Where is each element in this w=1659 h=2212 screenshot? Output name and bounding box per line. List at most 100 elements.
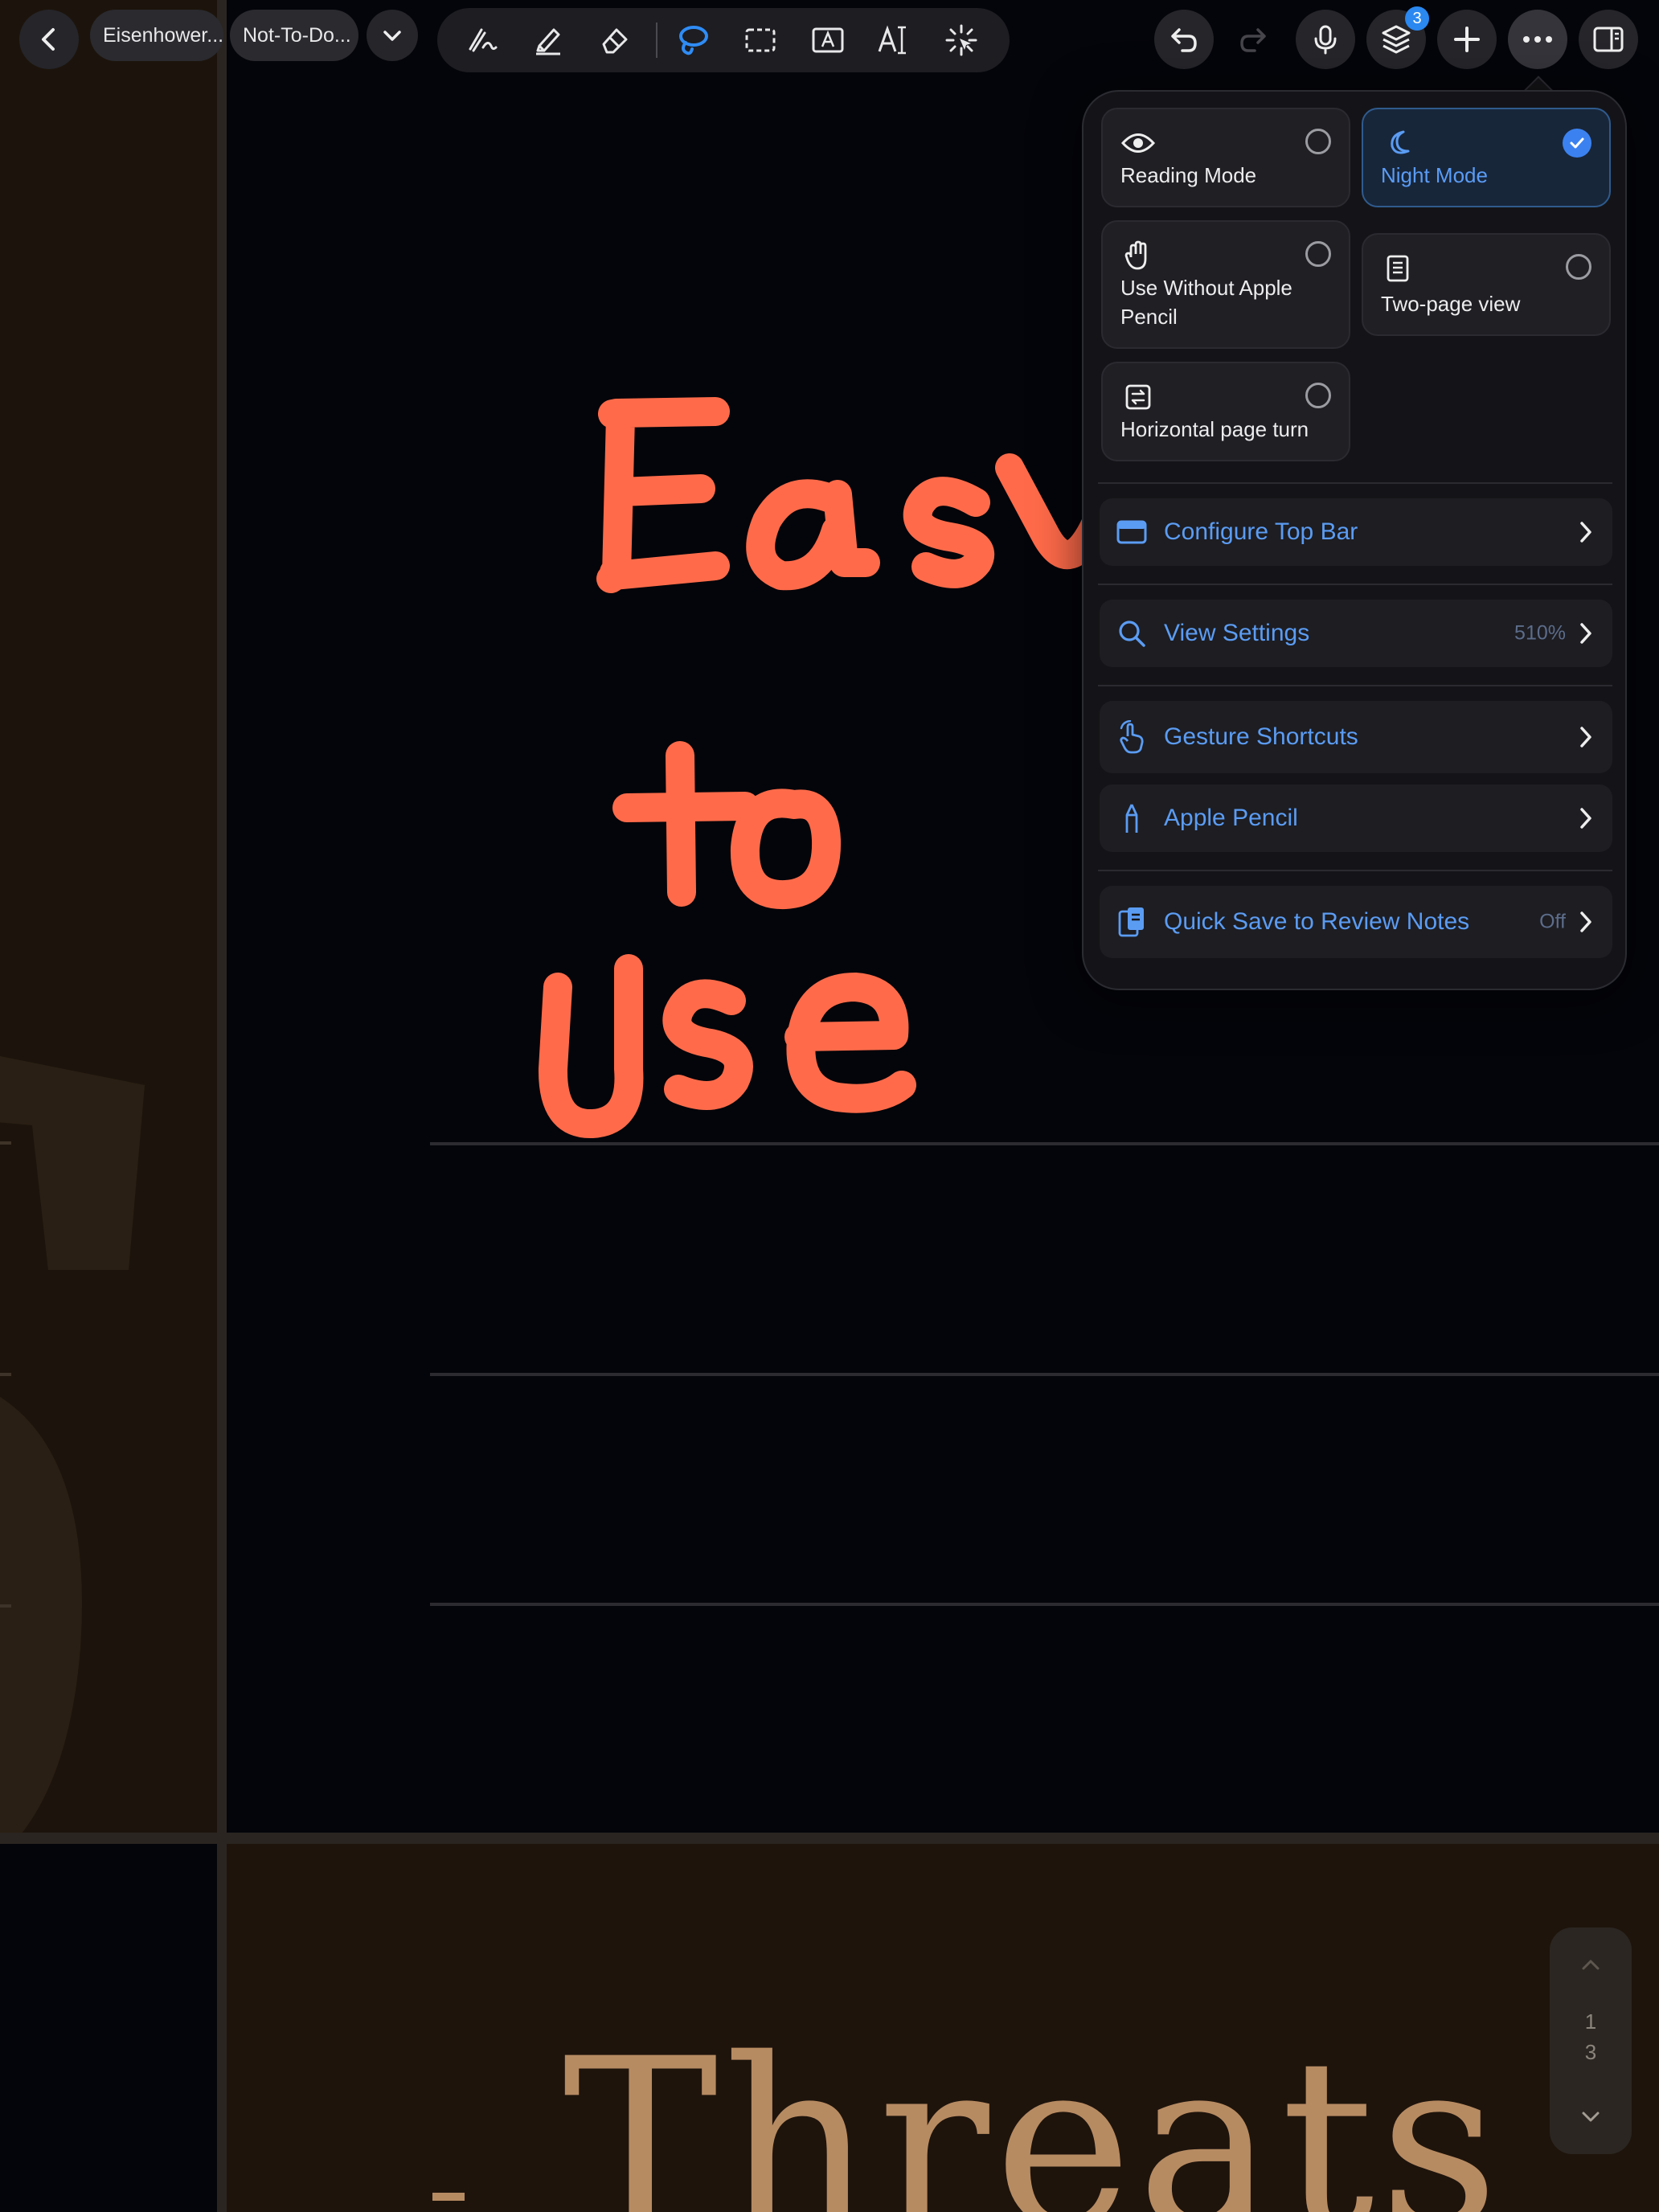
page-rule bbox=[430, 1373, 1659, 1376]
previous-page-glyph bbox=[0, 1056, 145, 1833]
quick-save-value: Off bbox=[1539, 910, 1566, 933]
rect-select-tool[interactable] bbox=[735, 14, 786, 66]
add-button[interactable] bbox=[1437, 10, 1497, 69]
ink-letter-e2 bbox=[784, 973, 916, 1113]
more-options-button[interactable] bbox=[1508, 10, 1567, 69]
selection-icon bbox=[745, 28, 776, 52]
ellipsis-icon bbox=[1523, 36, 1552, 43]
page-turn-icon bbox=[1120, 379, 1156, 415]
page-rule bbox=[0, 1373, 11, 1376]
lasso-tool[interactable] bbox=[667, 14, 719, 66]
quick-save-label: Quick Save to Review Notes bbox=[1164, 908, 1470, 935]
tab-not-to-do[interactable]: Not-To-Do... bbox=[230, 10, 358, 61]
top-bar-icon bbox=[1114, 514, 1149, 550]
next-page-mark bbox=[432, 2193, 465, 2201]
page-scroller[interactable]: 1 3 bbox=[1550, 1927, 1632, 2154]
page-divider bbox=[217, 0, 227, 2212]
horizontal-page-turn-toggle[interactable]: Horizontal page turn bbox=[1101, 362, 1350, 461]
gesture-icon bbox=[1114, 719, 1149, 755]
use-without-pencil-toggle[interactable]: Use Without Apple Pencil bbox=[1101, 220, 1350, 349]
chevron-right-icon bbox=[1574, 725, 1598, 749]
gesture-shortcuts-row[interactable]: Gesture Shortcuts bbox=[1100, 701, 1612, 773]
pen-tool[interactable] bbox=[457, 14, 508, 66]
page-gap bbox=[0, 1844, 217, 2212]
redo-icon bbox=[1240, 28, 1266, 52]
layers-icon bbox=[1382, 25, 1411, 54]
apple-pencil-label: Apple Pencil bbox=[1164, 805, 1298, 831]
layers-button[interactable]: 3 bbox=[1366, 6, 1429, 69]
undo-button[interactable] bbox=[1154, 10, 1214, 69]
ink-letter-o bbox=[730, 789, 842, 910]
ink-letter-e bbox=[596, 397, 730, 593]
quick-save-row[interactable]: Quick Save to Review Notes Off bbox=[1100, 886, 1612, 958]
text-icon bbox=[878, 25, 906, 55]
sidebar-icon bbox=[1593, 27, 1624, 52]
back-button[interactable] bbox=[19, 10, 79, 69]
chevron-down-icon bbox=[383, 31, 401, 41]
toolbar-separator bbox=[656, 23, 657, 58]
apple-pencil-row[interactable]: Apple Pencil bbox=[1100, 784, 1612, 852]
configure-top-bar-label: Configure Top Bar bbox=[1164, 518, 1358, 545]
tabs-dropdown-button[interactable] bbox=[367, 10, 418, 61]
previous-page-preview[interactable] bbox=[0, 0, 217, 1833]
laser-pointer-tool[interactable] bbox=[936, 14, 987, 66]
page-rule bbox=[0, 1141, 11, 1145]
plus-icon bbox=[1454, 27, 1480, 52]
tab-eisenhower[interactable]: Eisenhower... bbox=[90, 10, 223, 61]
two-page-view-radio[interactable] bbox=[1566, 254, 1591, 280]
drawing-toolbar bbox=[437, 8, 1010, 72]
text-tool[interactable] bbox=[868, 14, 920, 66]
horizontal-page-turn-radio[interactable] bbox=[1305, 383, 1331, 408]
clipboard-icon bbox=[1114, 904, 1149, 940]
reading-mode-radio[interactable] bbox=[1305, 129, 1331, 154]
page-rule bbox=[0, 1604, 11, 1608]
chevron-right-icon bbox=[1574, 910, 1598, 934]
textbox-icon bbox=[812, 27, 844, 53]
moon-icon bbox=[1381, 125, 1416, 161]
ink-letter-t bbox=[612, 741, 760, 907]
view-settings-row[interactable]: View Settings 510% bbox=[1100, 600, 1612, 667]
undo-icon bbox=[1171, 28, 1197, 52]
pencil-icon bbox=[1114, 801, 1149, 836]
use-without-pencil-label: Use Without Apple Pencil bbox=[1120, 276, 1292, 329]
configure-top-bar-row[interactable]: Configure Top Bar bbox=[1100, 498, 1612, 566]
two-page-view-toggle[interactable]: Two-page view bbox=[1362, 233, 1611, 336]
use-without-pencil-radio[interactable] bbox=[1305, 241, 1331, 267]
redo-button[interactable] bbox=[1223, 10, 1283, 69]
lasso-icon bbox=[679, 26, 708, 55]
view-settings-label: View Settings bbox=[1164, 620, 1310, 646]
page-divider bbox=[0, 1833, 1659, 1844]
menu-separator bbox=[1098, 482, 1612, 484]
eye-icon bbox=[1120, 125, 1156, 161]
textbox-tool[interactable] bbox=[802, 14, 854, 66]
chevron-left-icon bbox=[42, 28, 55, 51]
chevron-down-icon[interactable] bbox=[1580, 2111, 1601, 2124]
laser-pointer-icon bbox=[945, 24, 977, 56]
current-page-number: 1 bbox=[1584, 2009, 1597, 2034]
highlighter-icon bbox=[536, 28, 560, 55]
more-options-popover: Reading Mode Night Mode Use Without Appl… bbox=[1082, 90, 1627, 990]
two-page-view-label: Two-page view bbox=[1381, 292, 1521, 316]
ink-letter-u bbox=[538, 954, 644, 1138]
microphone-icon bbox=[1314, 25, 1337, 55]
eraser-icon bbox=[602, 28, 628, 54]
chevron-right-icon bbox=[1574, 806, 1598, 830]
next-page-preview[interactable]: Threats bbox=[227, 1844, 1659, 2212]
night-mode-toggle[interactable]: Night Mode bbox=[1362, 108, 1611, 207]
eraser-tool[interactable] bbox=[588, 14, 640, 66]
menu-separator bbox=[1098, 584, 1612, 585]
record-audio-button[interactable] bbox=[1296, 10, 1355, 69]
ink-letter-s bbox=[903, 477, 994, 588]
reading-mode-toggle[interactable]: Reading Mode bbox=[1101, 108, 1350, 207]
chevron-up-icon[interactable] bbox=[1580, 1958, 1601, 1971]
pen-icon bbox=[469, 28, 498, 52]
page-rule bbox=[430, 1603, 1659, 1606]
highlighter-tool[interactable] bbox=[522, 14, 574, 66]
chevron-right-icon bbox=[1574, 621, 1598, 645]
layers-count-badge: 3 bbox=[1405, 6, 1429, 31]
night-mode-checkmark[interactable] bbox=[1563, 129, 1591, 158]
sidebar-toggle-button[interactable] bbox=[1579, 10, 1638, 69]
checkmark-icon bbox=[1570, 137, 1584, 149]
chevron-right-icon bbox=[1574, 520, 1598, 544]
hand-icon bbox=[1120, 238, 1156, 273]
